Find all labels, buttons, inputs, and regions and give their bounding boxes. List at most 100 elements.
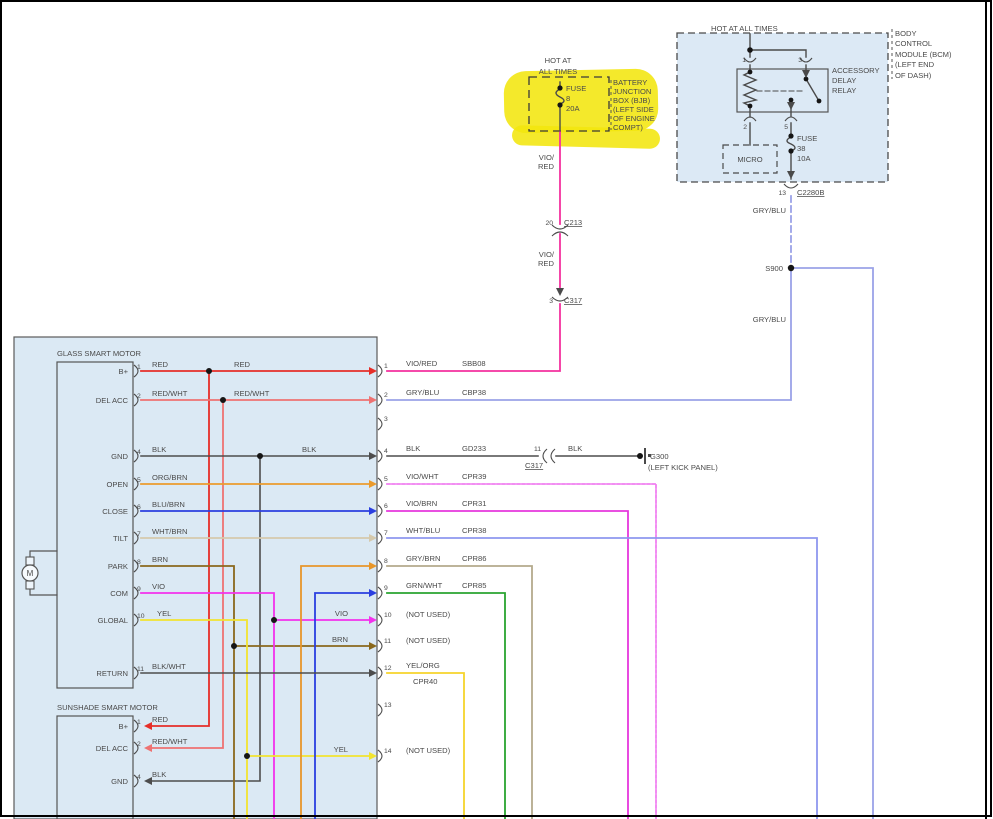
fuse-8-dot-top: [557, 85, 562, 90]
conn-color-4b: BLK: [568, 444, 582, 453]
conn-code-2: CBP38: [462, 388, 486, 397]
conn-pin-2: 2: [384, 392, 388, 399]
bcm-label-line1: BODY: [895, 29, 917, 38]
glass-wire-blk: BLK: [152, 445, 166, 454]
bcm-box: [677, 33, 888, 182]
fuse-8-dot-bottom: [557, 102, 562, 107]
fuse-8-amps: 20A: [566, 104, 580, 113]
c2280b-pin: 13: [778, 190, 786, 197]
s900-label: S900: [765, 264, 783, 273]
splice-s900: [788, 265, 794, 271]
branch-label-brn: BRN: [332, 635, 348, 644]
glass-pin-num-8: 8: [137, 559, 141, 566]
fuse-38-number: 38: [797, 144, 805, 153]
vio-red-label-lower-2: RED: [538, 259, 555, 268]
relay-pin-1: 1: [742, 57, 746, 64]
conn-color-8: GRY/BRN: [406, 554, 440, 563]
relay-pin5-dot: [789, 98, 794, 103]
splice-dot-red: [206, 368, 212, 374]
conn-pin-8: 8: [384, 558, 388, 565]
glass-pin-num-5: 5: [137, 477, 141, 484]
vio-red-label-upper-2: RED: [538, 162, 555, 171]
fuse-8-number: 8: [566, 94, 570, 103]
splice-dot-brn: [231, 643, 237, 649]
glass-wire-org-brn: ORG/BRN: [152, 473, 187, 482]
motor-terminal-top: [26, 557, 34, 565]
conn-code-12: CPR40: [413, 677, 437, 686]
sunshade-pin-num-1: 1: [137, 719, 141, 726]
sunshade-motor-title: SUNSHADE SMART MOTOR: [57, 703, 158, 712]
ground-g300-dot: [637, 453, 643, 459]
glass-smart-motor-box: [14, 337, 377, 819]
glass-wire-vio: VIO: [152, 582, 165, 591]
glass-wire-brn: BRN: [152, 555, 168, 564]
ground-g300-label: G300: [650, 452, 669, 461]
glass-pin-name-open: OPEN: [106, 480, 128, 489]
fuse-38-amps: 10A: [797, 154, 811, 163]
gry-blu-label-lower: GRY/BLU: [753, 315, 786, 324]
c213-label: C213: [564, 218, 582, 227]
relay-label-line1: ACCESSORY: [832, 66, 880, 75]
glass-pin-name-global: GLOBAL: [98, 616, 128, 625]
c317-pin: 3: [549, 298, 553, 305]
conn-color-5: VIO/WHT: [406, 472, 439, 481]
micro-label: MICRO: [737, 155, 762, 164]
conn-pin-7: 7: [384, 530, 388, 537]
bjb-label-line6: COMPT): [613, 123, 643, 132]
sunshade-pin-name-gnd: GND: [111, 777, 128, 786]
conn-not-used-10: (NOT USED): [406, 610, 451, 619]
conn-pin-6: 6: [384, 503, 388, 510]
bcm-label-line4: (LEFT END: [895, 60, 935, 69]
conn-pin-5: 5: [384, 476, 388, 483]
relay-label-line2: DELAY: [832, 76, 856, 85]
conn-color-9: GRN/WHT: [406, 581, 443, 590]
conn-pin-4: 4: [384, 448, 388, 455]
conn-code-1: SBB08: [462, 359, 486, 368]
conn-pin-9: 9: [384, 585, 388, 592]
conn-pin-10: 10: [384, 612, 392, 619]
gry-blu-label-upper: GRY/BLU: [753, 206, 786, 215]
bcm-label-line2: CONTROL: [895, 39, 932, 48]
conn-code-6: CPR31: [462, 499, 486, 508]
glass-pin-num-4: 4: [137, 449, 141, 456]
sunshade-wire-blk: BLK: [152, 770, 166, 779]
bcm-label-line5: OF DASH): [895, 71, 932, 80]
bjb-label-line3: BOX (BJB): [613, 96, 651, 105]
conn-color-6: VIO/BRN: [406, 499, 437, 508]
glass-wire-blu-brn: BLU/BRN: [152, 500, 185, 509]
branch-label-vio: VIO: [335, 609, 348, 618]
glass-wire-blk-2: BLK: [302, 445, 316, 454]
glass-pin-name-delacc: DEL ACC: [96, 396, 129, 405]
sunshade-pin-num-4: 4: [137, 774, 141, 781]
conn-not-used-14: (NOT USED): [406, 746, 451, 755]
conn-color-12: YEL/ORG: [406, 661, 440, 670]
conn-color-4: BLK: [406, 444, 420, 453]
glass-wire-red-2: RED: [234, 360, 251, 369]
c2280b-label: C2280B: [797, 188, 824, 197]
bjb-label-line4: (LEFT SIDE: [613, 105, 654, 114]
all-times-label: ALL TIMES: [539, 67, 577, 76]
vio-red-label-upper-1: VIO/: [539, 153, 555, 162]
glass-pin-name-tilt: TILT: [113, 534, 128, 543]
glass-pin-name-gnd: GND: [111, 452, 128, 461]
bcm-feed-dot: [747, 47, 753, 53]
bjb-label-line5: OF ENGINE: [613, 114, 655, 123]
glass-pin-num-10: 10: [137, 613, 145, 620]
conn-color-2: GRY/BLU: [406, 388, 439, 397]
inline-c317-pin: 11: [534, 446, 541, 453]
conn-pin-13: 13: [384, 702, 392, 709]
glass-pin-num-1: 1: [137, 364, 141, 371]
glass-pin-num-9: 9: [137, 586, 141, 593]
branch-label-yel: YEL: [334, 745, 348, 754]
glass-pin-num-2: 2: [137, 393, 141, 400]
glass-wire-red-wht-2: RED/WHT: [234, 389, 270, 398]
conn-pin-14: 14: [384, 748, 392, 755]
glass-wire-wht-brn: WHT/BRN: [152, 527, 187, 536]
fuse-38-dot-bottom: [788, 148, 793, 153]
bjb-label-line1: BATTERY: [613, 78, 647, 87]
relay-coil-dot-top: [748, 70, 753, 75]
glass-wire-red-wht: RED/WHT: [152, 389, 188, 398]
relay-coil-dot-bottom: [748, 104, 753, 109]
conn-code-8: CPR86: [462, 554, 486, 563]
fuse-38-label: FUSE: [797, 134, 817, 143]
